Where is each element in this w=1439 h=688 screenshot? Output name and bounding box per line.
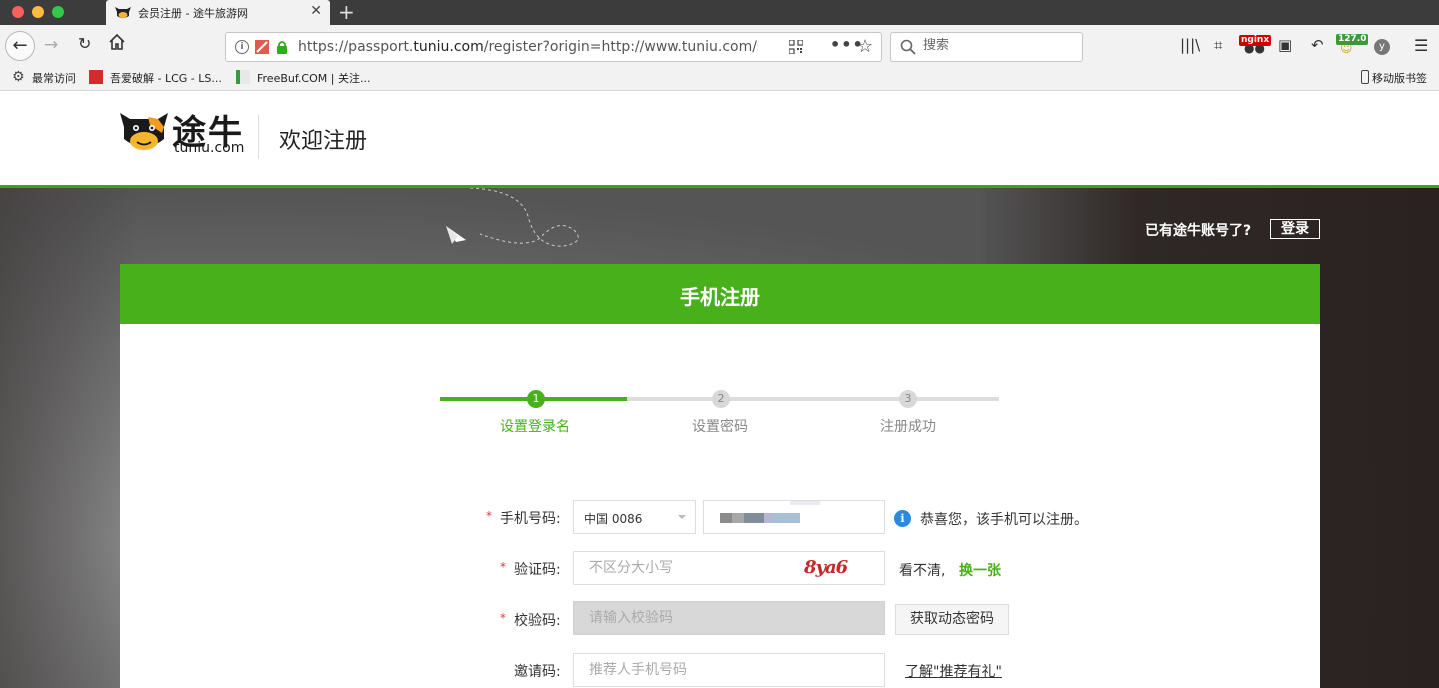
tab-close-icon[interactable]: ✕: [310, 3, 322, 19]
search-icon: [900, 39, 916, 55]
page-title: 欢迎注册: [279, 129, 368, 154]
address-bar[interactable]: i https://passport.tuniu.com/register?or…: [225, 32, 882, 62]
invite-label: 邀请码:: [514, 664, 561, 680]
window-minimize-button[interactable]: [32, 6, 44, 18]
52pojie-favicon-icon: [89, 70, 103, 84]
header-divider: [258, 115, 259, 159]
menu-hamburger-icon[interactable]: ☰: [1414, 36, 1428, 55]
chevron-down-icon: [678, 515, 686, 519]
verify-code-field[interactable]: [573, 601, 885, 635]
phone-available-tip: 恭喜您，该手机可以注册。: [920, 512, 1088, 528]
url-prefix: https://passport.: [298, 39, 414, 55]
qr-code-icon[interactable]: [789, 40, 803, 54]
captcha-input[interactable]: [589, 560, 789, 576]
reader-view-icon[interactable]: ▣: [1278, 36, 1292, 54]
mobile-device-icon: [1361, 70, 1369, 84]
verify-label: 校验码:: [514, 613, 561, 629]
search-input[interactable]: [923, 38, 1073, 53]
captcha-refresh-link[interactable]: 换一张: [959, 560, 1001, 580]
screenshot-crop-icon[interactable]: ⌗: [1214, 36, 1222, 54]
phone-number-redacted: [720, 513, 800, 523]
referral-info-link[interactable]: 了解"推荐有礼": [905, 661, 1002, 681]
captcha-image[interactable]: 8ya6: [800, 556, 854, 578]
captcha-unclear-text: 看不清,: [899, 563, 946, 579]
forward-icon[interactable]: →: [44, 35, 58, 55]
phone-input[interactable]: [703, 500, 885, 534]
step-3-label: 注册成功: [880, 419, 936, 435]
site-info-icon[interactable]: i: [235, 40, 249, 54]
register-card-header: 手机注册: [120, 264, 1320, 329]
required-marker: *: [486, 509, 492, 523]
tab-title: 会员注册 - 途牛旅游网: [138, 7, 248, 20]
url-domain: tuniu.com: [413, 39, 484, 55]
bookmark-star-icon[interactable]: ☆: [857, 36, 873, 57]
window-close-button[interactable]: [12, 6, 24, 18]
bookmarks-bar: ⚙ 最常访问 吾爱破解 - LCG - LS... FreeBuf.COM | …: [0, 65, 1439, 91]
library-icon[interactable]: |||\: [1180, 36, 1200, 54]
bookmark-freebuf[interactable]: FreeBuf.COM | 关注...: [257, 70, 370, 86]
invite-input[interactable]: [589, 662, 839, 678]
tracking-blocked-icon[interactable]: [255, 40, 269, 54]
back-button[interactable]: ←: [5, 31, 35, 61]
browser-tab-active[interactable]: 会员注册 - 途牛旅游网 ✕: [106, 0, 330, 25]
undo-arrow-icon[interactable]: ↶: [1311, 36, 1324, 54]
bookmark-most-visited[interactable]: 最常访问: [32, 70, 76, 86]
paper-plane-icon: [446, 188, 579, 247]
step-1-dot: 1: [527, 390, 545, 408]
card-title: 手机注册: [680, 285, 760, 309]
site-header: 途牛 tuniu.com 欢迎注册: [0, 91, 1439, 185]
bookmark-52pojie[interactable]: 吾爱破解 - LCG - LS...: [110, 70, 222, 86]
url-text[interactable]: https://passport.tuniu.com/register?orig…: [298, 39, 758, 55]
get-dynamic-code-button[interactable]: 获取动态密码: [895, 604, 1009, 635]
step-1-label: 设置登录名: [500, 419, 570, 435]
phone-number-redacted-top: [790, 501, 820, 505]
ip-badge: 127.0: [1336, 34, 1369, 45]
tuniu-cow-logo-icon[interactable]: [118, 103, 170, 155]
nginx-badge: nginx: [1239, 35, 1272, 46]
captcha-label: 验证码:: [514, 562, 561, 578]
step-2-dot: 2: [712, 390, 730, 408]
gear-icon: ⚙: [12, 69, 25, 85]
home-icon[interactable]: [108, 33, 126, 51]
y-extension-icon[interactable]: y: [1374, 39, 1390, 55]
step-2-label: 设置密码: [692, 419, 748, 435]
url-path: /register?origin=http://www.tuniu.com/ss…: [483, 39, 758, 55]
required-marker: *: [500, 611, 506, 625]
country-code-select[interactable]: 中国 0086: [573, 500, 696, 534]
hero-shade-left: [0, 188, 140, 688]
invite-field[interactable]: [573, 653, 885, 687]
tuniu-favicon-icon: [115, 7, 131, 18]
phone-label: 手机号码:: [500, 511, 561, 527]
verify-code-input[interactable]: [589, 610, 839, 626]
login-button[interactable]: 登录: [1270, 219, 1320, 239]
browser-toolbar: ← → ↻ i https://passport.tuniu.com/regis…: [0, 25, 1439, 65]
logo-domain-text[interactable]: tuniu.com: [174, 140, 244, 156]
info-icon: i: [894, 510, 911, 527]
country-code-value: 中国 0086: [584, 512, 643, 526]
required-marker: *: [500, 560, 506, 574]
window-zoom-button[interactable]: [52, 6, 64, 18]
search-bar[interactable]: [890, 32, 1083, 62]
captcha-text: 8ya6: [803, 557, 849, 578]
browser-tab-bar: 会员注册 - 途牛旅游网 ✕ +: [0, 0, 1439, 25]
login-prompt: 已有途牛账号了?: [1145, 223, 1252, 239]
new-tab-icon[interactable]: +: [338, 0, 355, 24]
reload-icon[interactable]: ↻: [78, 34, 91, 53]
step-3-dot: 3: [899, 390, 917, 408]
lock-icon: [277, 41, 287, 54]
freebuf-favicon-icon: [236, 70, 250, 84]
mobile-bookmarks[interactable]: 移动版书签: [1372, 70, 1427, 86]
